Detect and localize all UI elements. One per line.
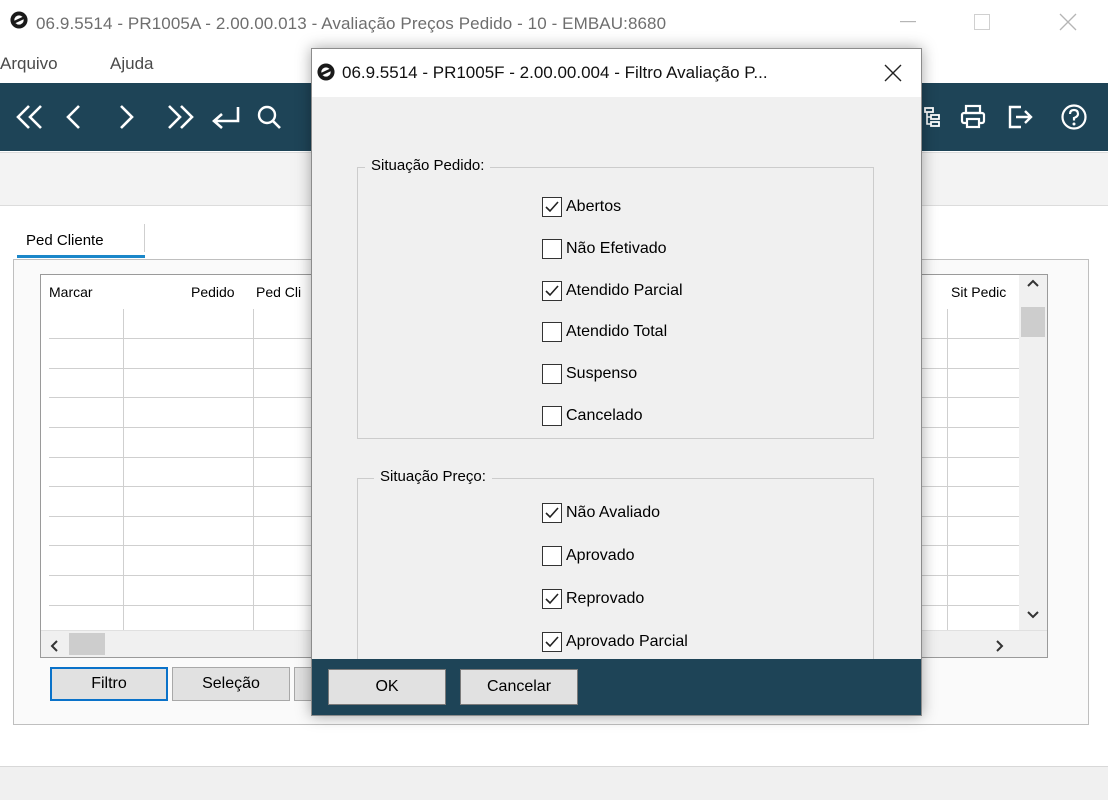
last-record-icon[interactable]: [160, 97, 200, 137]
checkbox-abertos[interactable]: Abertos: [542, 195, 621, 219]
scroll-down-icon[interactable]: [1027, 607, 1039, 625]
tree-icon[interactable]: [922, 97, 944, 137]
column-header-sit-pedido[interactable]: Sit Pedic: [951, 275, 1017, 309]
checkbox-label: Aprovado: [566, 547, 635, 564]
totvs-logo-icon: [10, 11, 28, 29]
next-record-icon[interactable]: [110, 97, 142, 137]
checkbox-label: Suspenso: [566, 365, 638, 383]
close-button[interactable]: [1048, 8, 1088, 36]
menu-ajuda[interactable]: Ajuda: [110, 54, 153, 74]
checkbox-suspenso[interactable]: Suspenso: [542, 362, 637, 386]
scroll-up-icon[interactable]: [1027, 277, 1039, 295]
checkbox-nao-avaliado[interactable]: Não Avaliado: [542, 501, 660, 525]
situacao-preco-legend: Situação Preço:: [374, 468, 492, 485]
dialog-close-icon[interactable]: [873, 59, 913, 87]
filtro-button[interactable]: Filtro: [50, 667, 168, 701]
main-title-bar: 06.9.5514 - PR1005A - 2.00.00.013 - Aval…: [0, 0, 1108, 48]
vertical-scrollbar[interactable]: [1019, 275, 1047, 631]
dialog-body: Situação Pedido: Abertos Não Efetivado Ate…: [312, 97, 921, 686]
column-header-pedido[interactable]: Pedido: [191, 275, 235, 309]
ok-button[interactable]: OK: [328, 669, 446, 705]
checkbox-label: Reprovado: [566, 590, 645, 607]
filter-dialog: 06.9.5514 - PR1005F - 2.00.00.004 - Filt…: [311, 48, 922, 716]
search-icon[interactable]: [252, 97, 286, 137]
checkbox-atendido-total[interactable]: Atendido Total: [542, 320, 667, 344]
selecao-button[interactable]: Seleção: [172, 667, 290, 701]
checkbox-aprovado[interactable]: Aprovado: [542, 544, 635, 568]
menu-arquivo[interactable]: Arquivo: [0, 54, 58, 74]
column-header-ped-cli[interactable]: Ped Cli: [256, 275, 316, 309]
previous-record-icon[interactable]: [58, 97, 90, 137]
situacao-pedido-legend: Situação Pedido:: [365, 157, 491, 174]
exit-icon[interactable]: [1002, 97, 1038, 137]
cancel-button[interactable]: Cancelar: [460, 669, 578, 705]
column-divider: [123, 309, 124, 630]
checkbox-label: Cancelado: [566, 407, 643, 424]
help-icon[interactable]: [1056, 97, 1092, 137]
unchecked-box-icon[interactable]: [542, 546, 562, 566]
checkbox-reprovado[interactable]: Reprovado: [542, 587, 644, 611]
return-icon[interactable]: [206, 97, 246, 137]
unchecked-box-icon[interactable]: [542, 238, 562, 259]
checkbox-label: Aprovado Parcial: [566, 633, 688, 650]
checkbox-cancelado[interactable]: Cancelado: [542, 404, 643, 428]
vertical-scroll-thumb[interactable]: [1021, 307, 1045, 337]
column-divider: [253, 309, 254, 630]
checkbox-label: Abertos: [566, 198, 622, 215]
maximize-button[interactable]: [962, 8, 1002, 36]
checkbox-nao-efetivado[interactable]: Não Efetivado: [542, 237, 667, 261]
first-record-icon[interactable]: [10, 97, 50, 137]
scroll-left-icon[interactable]: [49, 639, 61, 657]
column-header-marcar[interactable]: Marcar: [49, 275, 93, 309]
unchecked-box-icon[interactable]: [542, 364, 562, 385]
column-divider: [947, 309, 948, 630]
checked-box-icon[interactable]: [542, 503, 562, 523]
checked-box-icon[interactable]: [542, 632, 562, 652]
checkbox-aprovado-parcial[interactable]: Aprovado Parcial: [542, 630, 688, 654]
dialog-footer: OK Cancelar: [312, 659, 921, 715]
dialog-title: 06.9.5514 - PR1005F - 2.00.00.004 - Filt…: [342, 63, 768, 82]
checkbox-atendido-parcial[interactable]: Atendido Parcial: [542, 279, 683, 303]
main-window-title: 06.9.5514 - PR1005A - 2.00.00.013 - Aval…: [36, 14, 667, 33]
status-bar: [0, 766, 1108, 800]
dialog-title-bar: 06.9.5514 - PR1005F - 2.00.00.004 - Filt…: [312, 49, 921, 97]
unchecked-box-icon[interactable]: [542, 406, 562, 426]
checkbox-label: Não Avaliado: [566, 504, 660, 521]
checked-box-icon[interactable]: [542, 589, 562, 609]
checkbox-label: Não Efetivado: [566, 239, 667, 257]
tab-separator: [144, 224, 145, 252]
checkbox-label: Atendido Parcial: [566, 281, 683, 299]
tab-ped-cliente[interactable]: Ped Cliente: [26, 232, 104, 249]
checked-box-icon[interactable]: [542, 197, 562, 217]
checked-box-icon[interactable]: [542, 280, 562, 301]
scroll-right-icon[interactable]: [993, 639, 1005, 657]
checkbox-label: Atendido Total: [566, 323, 668, 341]
minimize-button[interactable]: [888, 8, 928, 36]
horizontal-scroll-thumb[interactable]: [69, 633, 105, 655]
active-tab-indicator: [17, 255, 145, 258]
totvs-logo-icon: [317, 63, 335, 81]
print-icon[interactable]: [955, 97, 991, 137]
unchecked-box-icon[interactable]: [542, 322, 562, 343]
